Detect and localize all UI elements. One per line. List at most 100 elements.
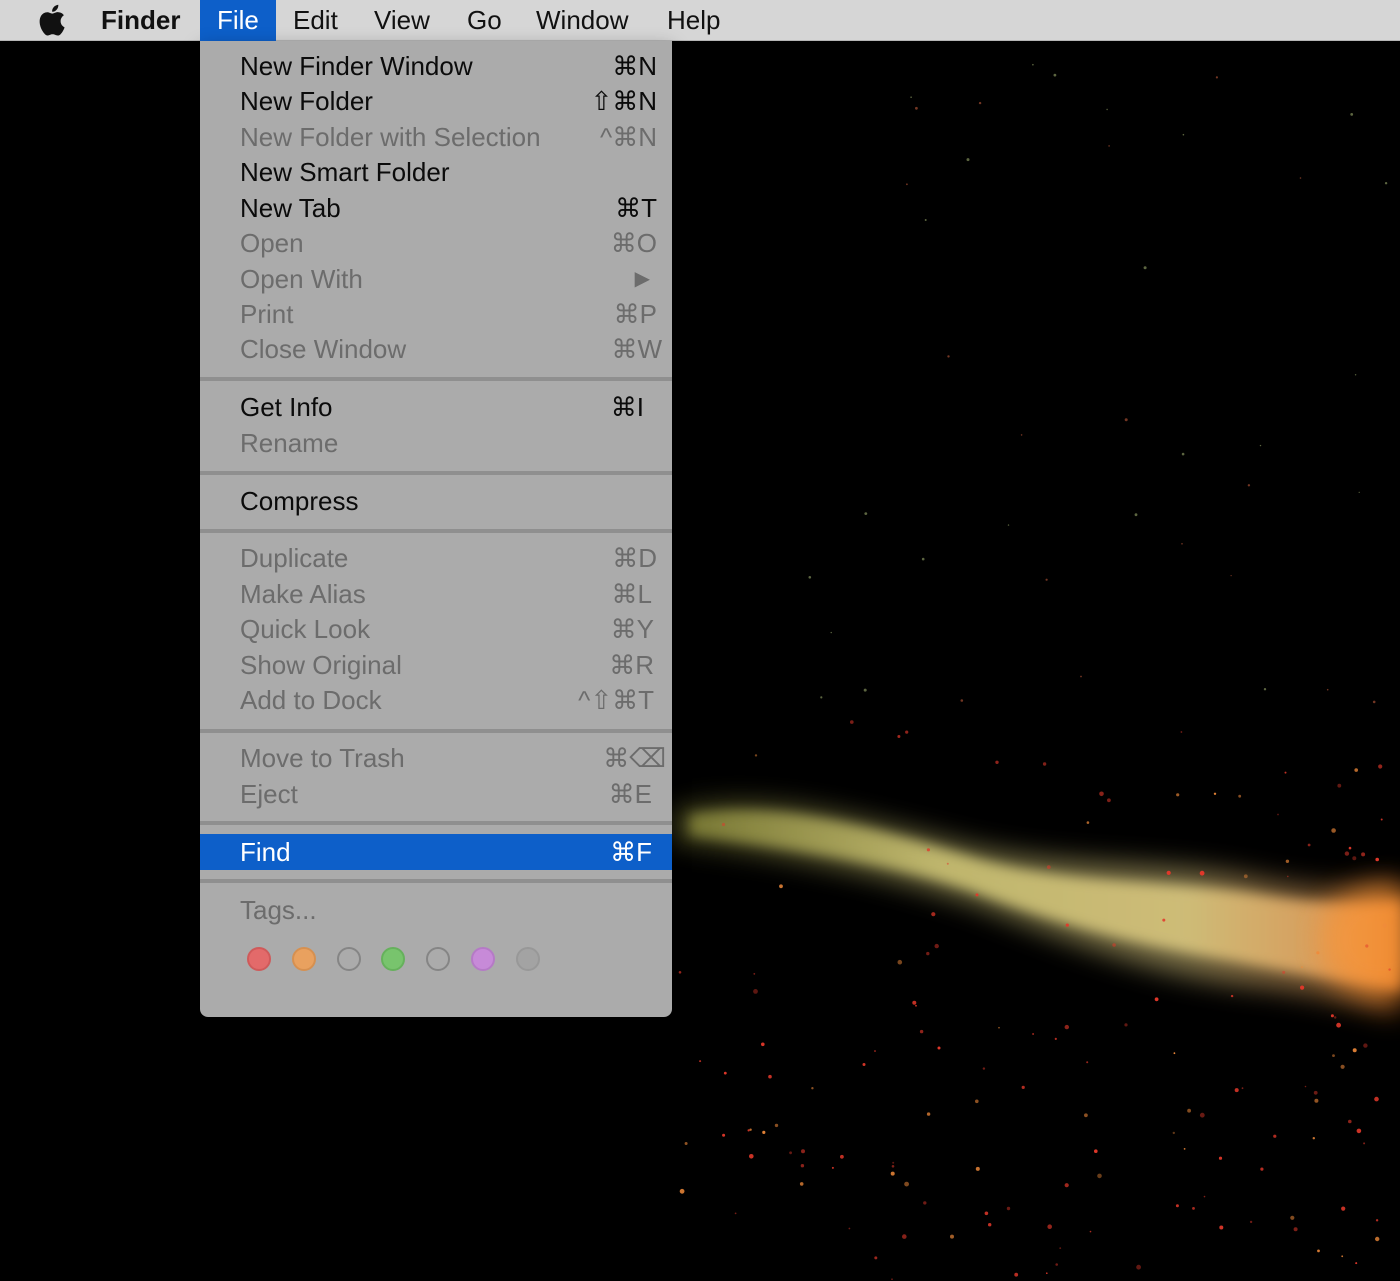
spark-particle (1065, 1183, 1069, 1187)
spark-particle (1363, 1043, 1367, 1047)
spark-particle (950, 1235, 954, 1239)
menu-bar: Finder File Edit View Go Window Help (0, 0, 1400, 41)
spark-particle (1183, 134, 1185, 136)
menu-separator (200, 821, 672, 825)
shortcut-label: ⌘P (614, 296, 657, 332)
menu-item-new-smart-folder[interactable]: New Smart Folder (200, 154, 672, 190)
menu-item-close-window[interactable]: Close Window ⌘W (200, 331, 672, 367)
spark-particle (1087, 821, 1090, 824)
spark-particle (923, 1201, 926, 1204)
spark-particle (1231, 995, 1233, 997)
spark-particle (976, 893, 979, 896)
menu-help[interactable]: Help (650, 0, 737, 41)
spark-particle (1136, 1265, 1141, 1270)
shortcut-label: ⌘L (612, 576, 652, 612)
spark-particle (1108, 145, 1110, 147)
menu-item-new-finder-window[interactable]: New Finder Window ⌘N (200, 48, 672, 84)
spark-particle (961, 699, 964, 702)
menu-item-show-original[interactable]: Show Original ⌘R (200, 647, 672, 683)
shortcut-label: ⌘⌫ (603, 740, 666, 776)
menu-item-open-with[interactable]: Open With ▶ (200, 261, 672, 297)
spark-particle (1378, 764, 1382, 768)
menu-item-print[interactable]: Print ⌘P (200, 296, 672, 332)
spark-particle (1204, 1196, 1206, 1198)
spark-particle (864, 689, 867, 692)
spark-particle (699, 1060, 701, 1062)
tag-gray-icon[interactable] (516, 947, 540, 971)
spark-particle (1373, 701, 1376, 704)
spark-particle (935, 944, 939, 948)
menu-item-quick-look[interactable]: Quick Look ⌘Y (200, 611, 672, 647)
tag-green-icon[interactable] (381, 947, 405, 971)
menu-item-label: Duplicate (240, 540, 348, 576)
spark-particle (1264, 688, 1266, 690)
spark-particle (1353, 1048, 1357, 1052)
menu-item-get-info[interactable]: Get Info ⌘I (200, 389, 672, 425)
menu-item-label: Rename (240, 425, 338, 461)
spark-particle (753, 989, 758, 994)
menu-finder[interactable]: Finder (84, 0, 197, 41)
menu-edit[interactable]: Edit (276, 0, 355, 41)
menu-separator (200, 529, 672, 533)
menu-item-new-tab[interactable]: New Tab ⌘T (200, 190, 672, 226)
menu-item-eject[interactable]: Eject ⌘E (200, 776, 672, 812)
spark-particle (926, 952, 929, 955)
menu-item-find[interactable]: Find ⌘F (200, 834, 672, 870)
menu-item-label: New Folder with Selection (240, 119, 541, 155)
spark-particle (931, 912, 935, 916)
spark-particle (1065, 1025, 1069, 1029)
shortcut-label: ⌘N (612, 48, 657, 84)
tag-purple-icon[interactable] (471, 947, 495, 971)
tag-none-icon[interactable] (337, 947, 361, 971)
menu-item-rename[interactable]: Rename (200, 425, 672, 461)
menu-item-open[interactable]: Open ⌘O (200, 225, 672, 261)
menu-item-move-to-trash[interactable]: Move to Trash ⌘⌫ (200, 740, 672, 776)
spark-particle (891, 1172, 895, 1176)
menu-item-new-folder-with-selection[interactable]: New Folder with Selection ^⌘N (200, 119, 672, 155)
spark-particle (1313, 1137, 1315, 1139)
spark-particle (912, 1001, 916, 1005)
spark-particle (1047, 1224, 1052, 1229)
menu-item-label: Add to Dock (240, 682, 382, 718)
spark-particle (1107, 798, 1111, 802)
spark-particle (779, 884, 783, 888)
spark-particle (1285, 772, 1287, 774)
spark-particle (722, 1134, 725, 1137)
spark-particle (925, 219, 927, 221)
menu-item-tags[interactable]: Tags... (200, 892, 672, 928)
spark-particle (1365, 944, 1368, 947)
menu-item-new-folder[interactable]: New Folder ⇧⌘N (200, 83, 672, 119)
menu-view[interactable]: View (357, 0, 447, 41)
spark-particle (1300, 177, 1302, 179)
spark-particle (1355, 1262, 1357, 1264)
menu-go[interactable]: Go (450, 0, 519, 41)
menu-item-add-to-dock[interactable]: Add to Dock ^⇧⌘T (200, 682, 672, 718)
tag-none-icon[interactable] (426, 947, 450, 971)
shortcut-label: ⌘T (615, 190, 657, 226)
menu-item-label: Quick Look (240, 611, 370, 647)
spark-particle (1282, 971, 1285, 974)
spark-particle (1355, 374, 1356, 375)
spark-particle (927, 848, 930, 851)
menu-item-duplicate[interactable]: Duplicate ⌘D (200, 540, 672, 576)
tag-red-icon[interactable] (247, 947, 271, 971)
spark-particle (863, 1063, 866, 1066)
spark-particle (1374, 1097, 1379, 1102)
menu-item-compress[interactable]: Compress (200, 483, 672, 519)
tag-orange-icon[interactable] (292, 947, 316, 971)
shortcut-label: ^⌘N (600, 119, 657, 155)
menu-item-make-alias[interactable]: Make Alias ⌘L (200, 576, 672, 612)
spark-particle (801, 1164, 804, 1167)
spark-particle (915, 107, 918, 110)
spark-particle (1184, 1148, 1186, 1150)
spark-particle (1055, 1263, 1058, 1266)
spark-particle (904, 1182, 909, 1187)
spark-particle (1155, 997, 1159, 1001)
apple-logo-icon[interactable] (36, 4, 66, 36)
spark-particle (850, 720, 854, 724)
spark-particle (753, 973, 755, 975)
menu-window[interactable]: Window (519, 0, 645, 41)
spark-particle (1181, 543, 1183, 545)
spark-particle (1314, 1099, 1318, 1103)
menu-file[interactable]: File (200, 0, 276, 41)
